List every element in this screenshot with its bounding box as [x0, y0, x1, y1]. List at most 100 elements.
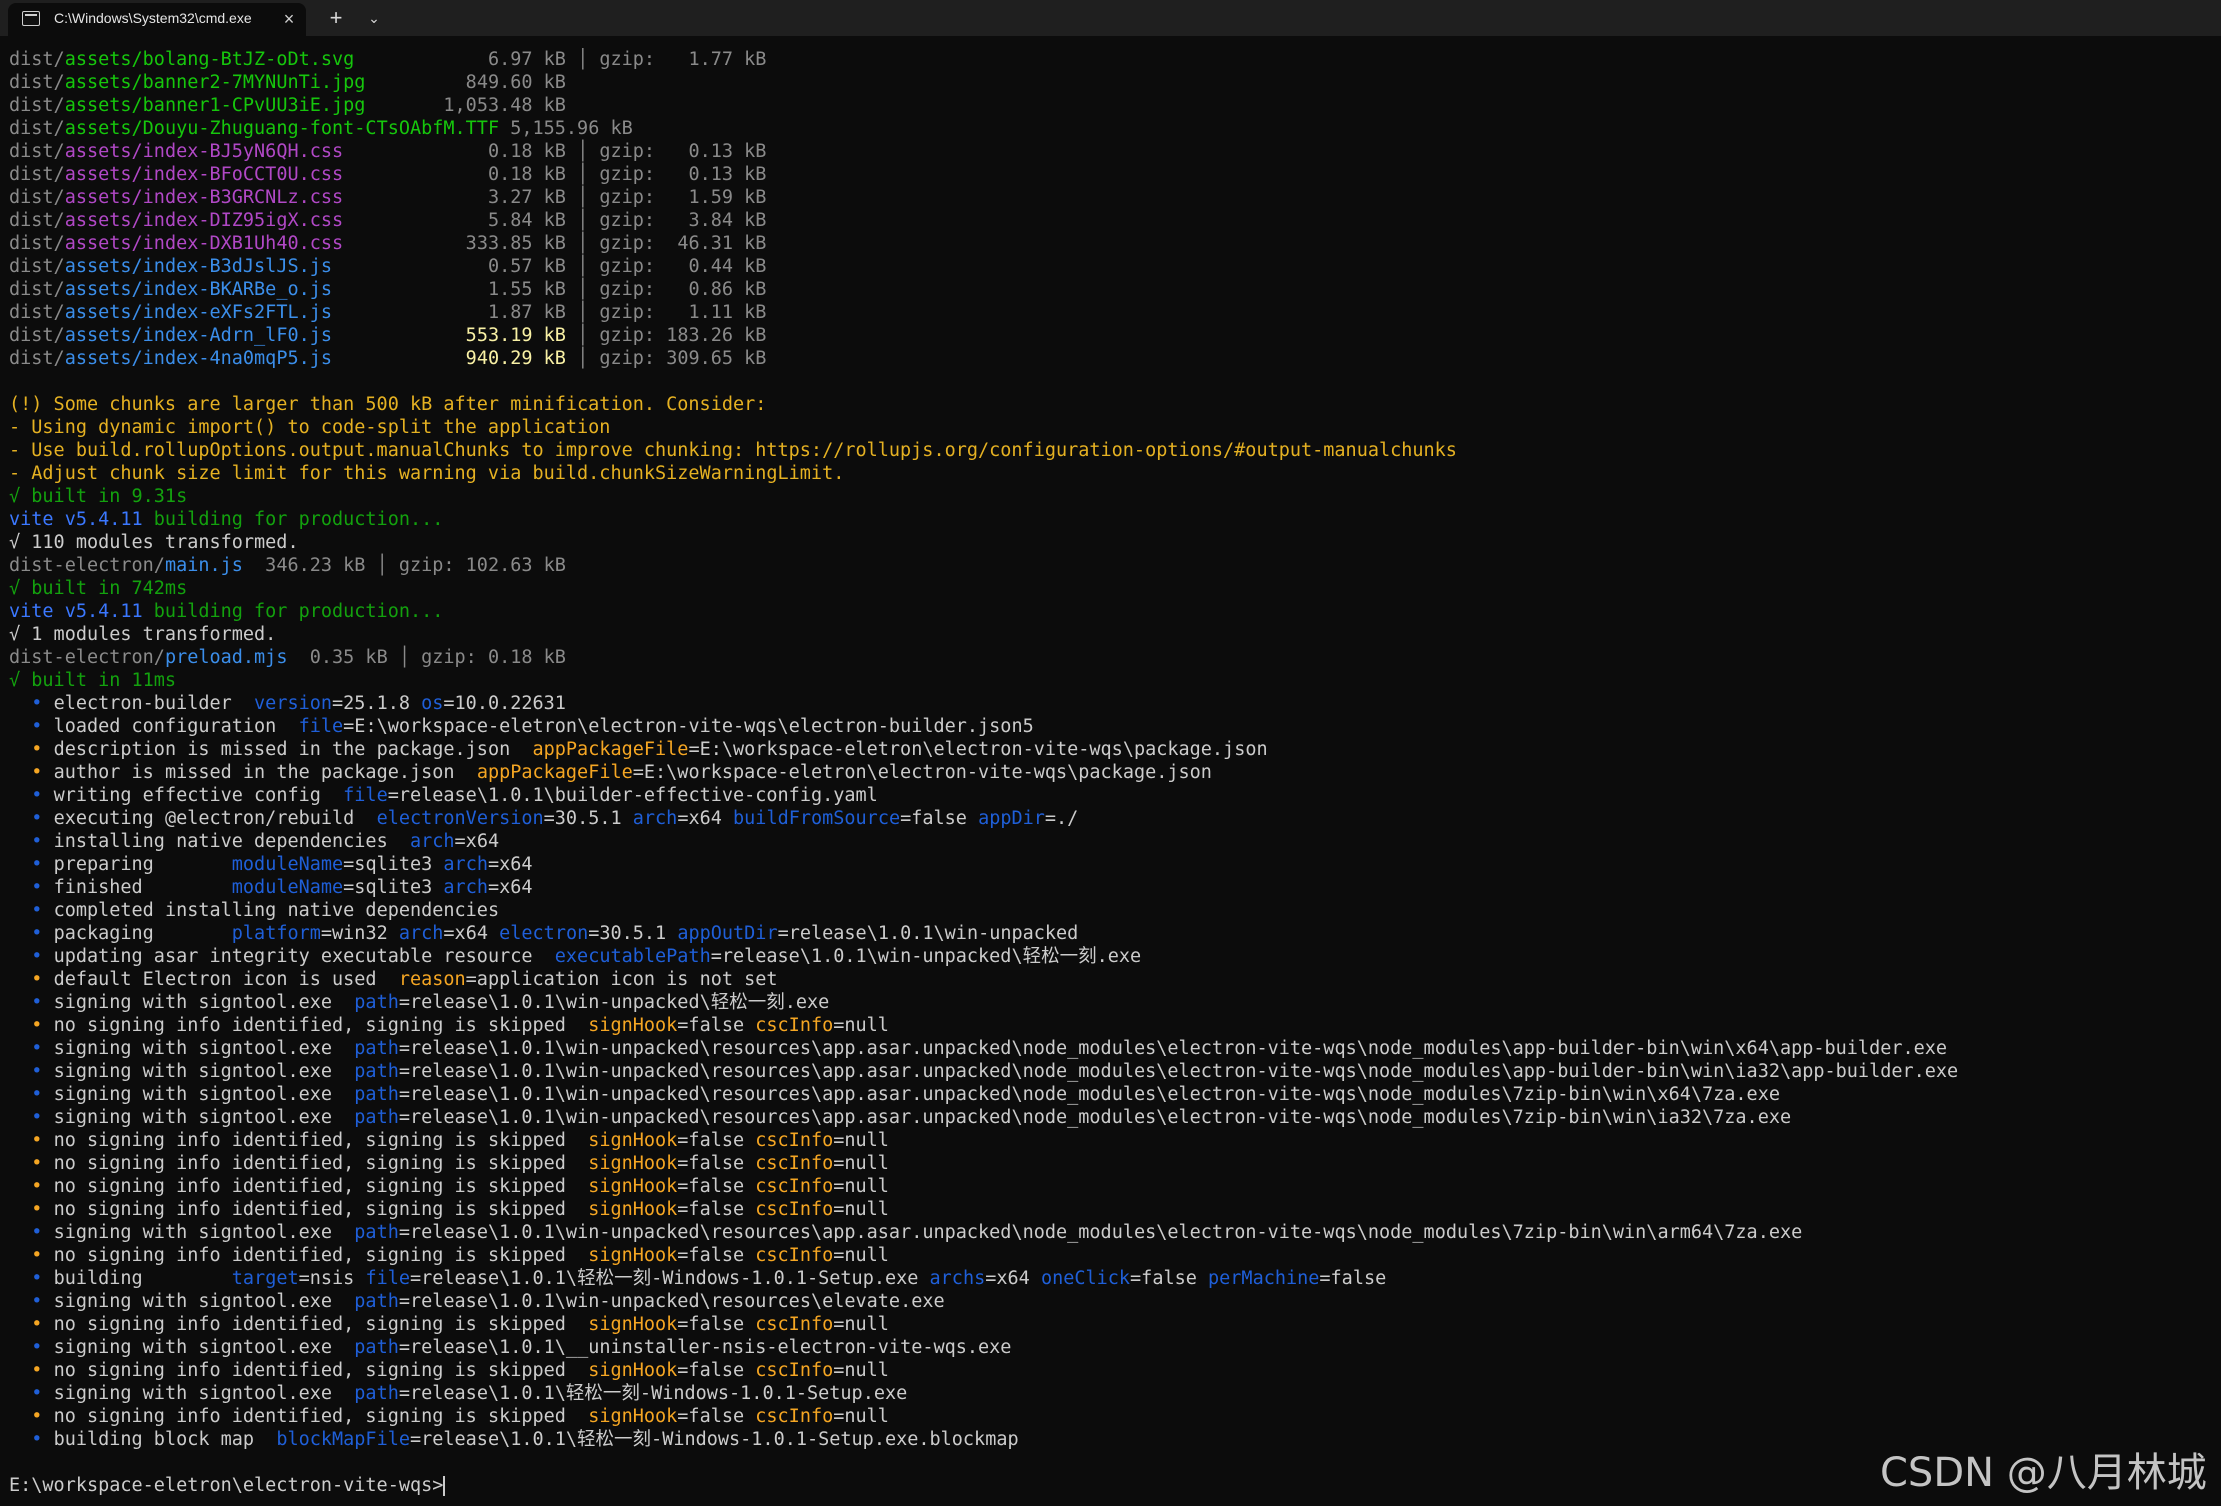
- asset-gzip: 0.13 kB: [655, 164, 767, 185]
- log-text: =win32: [320, 923, 399, 944]
- bullet-icon: •: [31, 1015, 43, 1036]
- gzip-label: gzip:: [599, 325, 656, 346]
- asset-pad: [332, 348, 443, 369]
- log-key: file: [365, 1268, 410, 1289]
- log-text: =x64: [487, 854, 533, 875]
- log-key: moduleName: [231, 877, 344, 898]
- built-status: √ built in 9.31s: [9, 486, 188, 507]
- log-key: cscInfo: [755, 1015, 834, 1036]
- log-text: =release\1.0.1\win-unpacked\resources\ap…: [398, 1038, 1948, 1059]
- log-text: =release\1.0.1\win-unpacked\resources\ap…: [398, 1084, 1780, 1105]
- log-line: • completed installing native dependenci…: [9, 899, 2214, 922]
- log-key: appOutDir: [677, 923, 778, 944]
- asset-line: dist/assets/bolang-BtJZ-oDt.svg 6.97 kB …: [9, 48, 2214, 71]
- asset-pad: [365, 72, 443, 93]
- asset-size: 1.87 kB: [443, 302, 566, 323]
- log-text: =false: [677, 1176, 756, 1197]
- log-line: • writing effective config file=release\…: [9, 784, 2214, 807]
- asset-separator: │: [565, 49, 600, 70]
- log-key: cscInfo: [755, 1199, 834, 1220]
- log-line: • no signing info identified, signing is…: [9, 1405, 2214, 1428]
- bullet-icon: •: [31, 923, 43, 944]
- log-text: =null: [833, 1406, 889, 1427]
- log-key: arch: [632, 808, 678, 829]
- asset-size: 940.29 kB: [443, 348, 566, 369]
- log-text: electron-builder: [53, 693, 255, 714]
- warning-line: - Use build.rollupOptions.output.manualC…: [9, 440, 1457, 461]
- log-key: target: [231, 1268, 299, 1289]
- log-key: signHook: [588, 1130, 678, 1151]
- asset-size: 0.18 kB: [443, 164, 566, 185]
- bullet-icon: •: [31, 1360, 43, 1381]
- log-text: description is missed in the package.jso…: [53, 739, 533, 760]
- log-key: cscInfo: [755, 1245, 834, 1266]
- log-line: • no signing info identified, signing is…: [9, 1198, 2214, 1221]
- log-key: file: [343, 785, 388, 806]
- asset-dir: dist/: [9, 210, 65, 231]
- asset-line: dist/assets/index-4na0mqP5.js 940.29 kB …: [9, 347, 2214, 370]
- asset-size: 0.18 kB: [443, 141, 566, 162]
- log-key: cscInfo: [755, 1406, 834, 1427]
- tab-cmd[interactable]: C:\Windows\System32\cmd.exe ×: [8, 3, 306, 36]
- asset-pad: [332, 325, 443, 346]
- log-key: cscInfo: [755, 1314, 834, 1335]
- log-text: =null: [833, 1199, 889, 1220]
- log-key: path: [354, 1107, 399, 1128]
- close-tab-icon[interactable]: ×: [278, 8, 300, 30]
- asset-path: assets/index-B3GRCNLz.css: [64, 187, 344, 208]
- asset-pad: [332, 302, 443, 323]
- prompt-path: E:\workspace-eletron\electron-vite-wqs>: [9, 1475, 444, 1496]
- tab-title: C:\Windows\System32\cmd.exe: [54, 10, 252, 26]
- log-key: reason: [398, 969, 466, 990]
- log-text: =null: [833, 1176, 889, 1197]
- vite-version: vite v5.4.11: [9, 601, 143, 622]
- log-text: =false: [677, 1130, 756, 1151]
- asset-gzip: 46.31 kB: [655, 233, 767, 254]
- log-key: cscInfo: [755, 1130, 834, 1151]
- log-text: author is missed in the package.json: [53, 762, 477, 783]
- log-line: • no signing info identified, signing is…: [9, 1359, 2214, 1382]
- terminal-output[interactable]: dist/assets/bolang-BtJZ-oDt.svg 6.97 kB …: [9, 48, 2214, 1503]
- bullet-icon: •: [31, 1176, 43, 1197]
- log-text: =release\1.0.1\win-unpacked\轻松一刻.exe: [710, 946, 1142, 967]
- asset-line: dist/assets/banner1-CPvUU3iE.jpg 1,053.4…: [9, 94, 2214, 117]
- log-key: cscInfo: [755, 1360, 834, 1381]
- log-text: =false: [1319, 1268, 1387, 1289]
- asset-line: dist/assets/index-BJ5yN6QH.css 0.18 kB │…: [9, 140, 2214, 163]
- bullet-icon: •: [31, 1406, 43, 1427]
- log-line: • signing with signtool.exe path=release…: [9, 991, 2214, 1014]
- asset-pad: [343, 233, 443, 254]
- log-text: no signing info identified, signing is s…: [53, 1406, 589, 1427]
- tab-dropdown-chevron-icon[interactable]: ⌄: [360, 5, 388, 31]
- log-text: no signing info identified, signing is s…: [53, 1360, 589, 1381]
- vite-build-text: building for production...: [142, 509, 444, 530]
- log-key: signHook: [588, 1245, 678, 1266]
- log-text: =x64: [985, 1268, 1041, 1289]
- log-text: =null: [833, 1015, 889, 1036]
- asset-dir: dist/: [9, 164, 65, 185]
- asset-gzip: 0.44 kB: [655, 256, 767, 277]
- asset-path: assets/index-DIZ95igX.css: [64, 210, 344, 231]
- bullet-icon: •: [31, 1153, 43, 1174]
- bullet-icon: •: [31, 1038, 43, 1059]
- log-text: building block map: [53, 1429, 277, 1450]
- gzip-label: gzip:: [599, 141, 656, 162]
- log-text: =false: [677, 1314, 756, 1335]
- log-key: version: [254, 693, 333, 714]
- asset-line: dist/assets/banner2-7MYNUnTi.jpg 849.60 …: [9, 71, 2214, 94]
- asset-gzip: 1.11 kB: [655, 302, 767, 323]
- log-text: =x64: [443, 923, 500, 944]
- log-text: =false: [677, 1153, 756, 1174]
- log-line: • signing with signtool.exe path=release…: [9, 1382, 2214, 1405]
- bullet-icon: •: [31, 1268, 43, 1289]
- gzip-label: gzip:: [599, 164, 656, 185]
- log-key: path: [354, 1383, 399, 1404]
- log-key: path: [354, 1337, 399, 1358]
- asset-size: 5.84 kB: [443, 210, 566, 231]
- watermark: CSDN @八月林城: [1880, 1450, 2207, 1496]
- bullet-icon: •: [31, 877, 43, 898]
- log-text: =x64: [677, 808, 734, 829]
- log-text: signing with signtool.exe: [53, 1084, 355, 1105]
- new-tab-button[interactable]: +: [322, 5, 350, 31]
- vite-build-line: vite v5.4.11 building for production...: [9, 600, 2214, 623]
